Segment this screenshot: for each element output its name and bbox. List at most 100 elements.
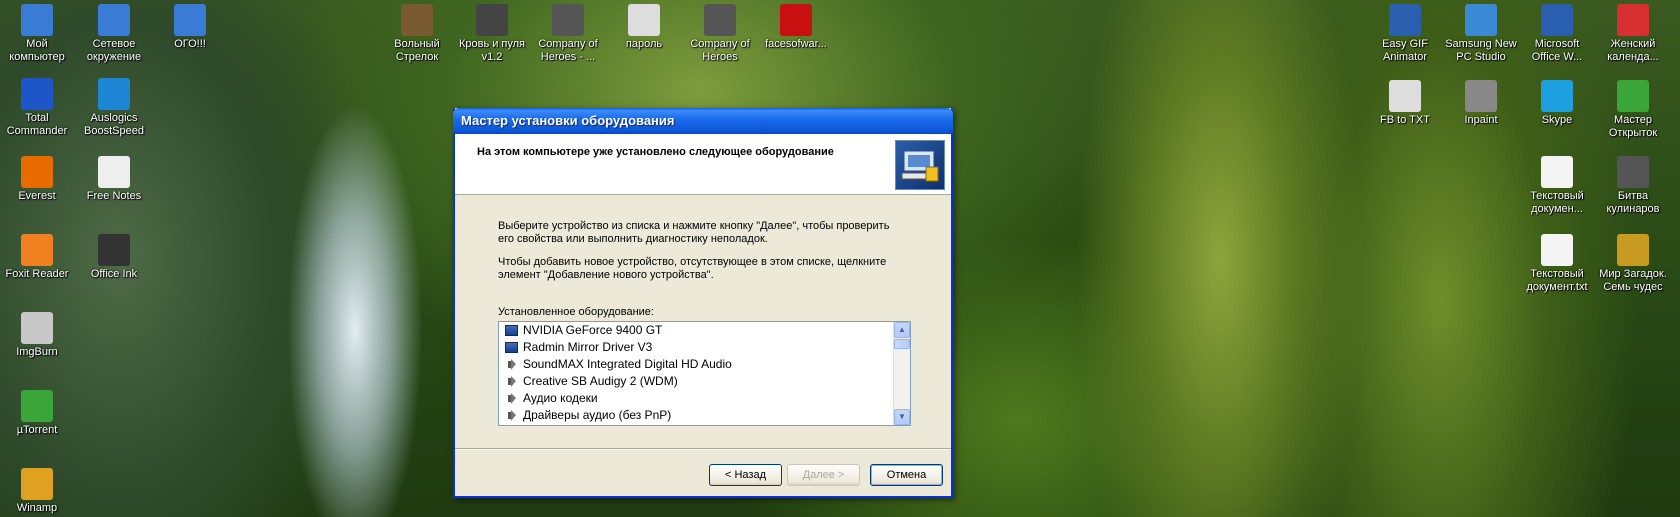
installed-hardware-list[interactable]: NVIDIA GeForce 9400 GT Radmin Mirror Driv… — [498, 321, 911, 426]
desktop-icon-faces[interactable]: facesofwar... — [759, 4, 833, 51]
desktop-icon-label: Skype — [1541, 114, 1573, 126]
list-item-label: NVIDIA GeForce 9400 GT — [523, 323, 663, 337]
desktop-icon-label: пароль — [625, 38, 663, 50]
total-commander-icon — [21, 78, 53, 110]
desktop-icon-label: ImgBurn — [16, 346, 58, 358]
scroll-down-button[interactable]: ▼ — [894, 409, 910, 425]
text1-icon — [1541, 156, 1573, 188]
desktop-icon-label: Foxit Reader — [5, 268, 69, 280]
cancel-button[interactable]: Отмена — [870, 464, 943, 486]
desktop-icon-label: µTorrent — [16, 424, 58, 436]
utorrent-icon — [21, 390, 53, 422]
desktop-icon-calendar[interactable]: Женский календа... — [1596, 4, 1670, 64]
list-item[interactable]: Radmin Mirror Driver V3 — [499, 339, 910, 356]
desktop-icon-label: FB to TXT — [1380, 114, 1430, 126]
foxit-icon — [21, 234, 53, 266]
imgburn-icon — [21, 312, 53, 344]
coh1-icon — [552, 4, 584, 36]
hardware-wizard-dialog: Мастер установки оборудования На этом ко… — [453, 108, 953, 498]
desktop-icon-ogo[interactable]: ОГО!!! — [153, 4, 227, 51]
speaker-icon — [505, 376, 518, 387]
scroll-up-button[interactable]: ▲ — [894, 322, 910, 338]
dialog-title: Мастер установки оборудования — [461, 113, 675, 128]
desktop-icon-total-commander[interactable]: Total Commander — [0, 78, 74, 138]
desktop-icon-label: facesofwar... — [765, 38, 827, 50]
scroll-thumb[interactable] — [894, 339, 910, 349]
desktop-icon-text2[interactable]: Текстовый документ.txt — [1520, 234, 1594, 294]
desktop-icon-office-ink[interactable]: Office Ink — [77, 234, 151, 281]
display-adapter-icon — [505, 325, 518, 336]
list-item-label: Аудио кодеки — [523, 391, 598, 405]
desktop-icon-label: Мастер Открыток — [1608, 114, 1658, 139]
list-item-label: Драйверы аудио (без PnP) — [523, 408, 672, 422]
list-item[interactable]: Драйверы аудио (без PnP) — [499, 407, 910, 424]
dialog-titlebar[interactable]: Мастер установки оборудования — [453, 108, 953, 134]
desktop-icon-label: Company of Heroes - ... — [538, 38, 598, 63]
desktop-icon-label: ОГО!!! — [174, 38, 206, 50]
desktop-icon-skype[interactable]: Skype — [1520, 80, 1594, 127]
list-scrollbar[interactable]: ▲ ▼ — [893, 322, 910, 425]
speaker-icon — [505, 410, 518, 421]
desktop-icon-inpaint[interactable]: Inpaint — [1444, 80, 1518, 127]
coh2-icon — [704, 4, 736, 36]
list-item[interactable]: Аудио кодеки — [499, 390, 910, 407]
desktop-icon-parol[interactable]: пароль — [607, 4, 681, 51]
desktop-icon-coh2[interactable]: Company of Heroes — [683, 4, 757, 64]
desktop-icon-label: Free Notes — [86, 190, 142, 202]
parol-icon — [628, 4, 660, 36]
desktop-icon-label: Samsung New PC Studio — [1445, 38, 1517, 63]
auslogics-icon — [98, 78, 130, 110]
desktop-icon-coh1[interactable]: Company of Heroes - ... — [531, 4, 605, 64]
hardware-wizard-icon — [895, 140, 945, 190]
desktop-icon-text1[interactable]: Текстовый докумен... — [1520, 156, 1594, 216]
desktop-icon-label: Битва кулинаров — [1606, 190, 1660, 215]
desktop-icon-label: Easy GIF Animator — [1382, 38, 1428, 63]
list-item-label: Radmin Mirror Driver V3 — [523, 340, 653, 354]
desktop-icon-utorrent[interactable]: µTorrent — [0, 390, 74, 437]
desktop-icon-everest[interactable]: Everest — [0, 156, 74, 203]
desktop-icon-volny-strelok[interactable]: Вольный Стрелок — [380, 4, 454, 64]
desktop-icon-fb2txt[interactable]: FB to TXT — [1368, 80, 1442, 127]
text2-icon — [1541, 234, 1573, 266]
everest-icon — [21, 156, 53, 188]
desktop-icon-label: Microsoft Office W... — [1531, 38, 1583, 63]
desktop-icon-winamp[interactable]: Winamp — [0, 468, 74, 515]
mir-zagadok-icon — [1617, 234, 1649, 266]
header-title: На этом компьютере уже установлено следу… — [477, 146, 834, 158]
instructions-paragraph-2: Чтобы добавить новое устройство, отсутст… — [498, 256, 887, 281]
desktop-icon-msword[interactable]: Microsoft Office W... — [1520, 4, 1594, 64]
desktop-icon-my-computer[interactable]: Мой компьютер — [0, 4, 74, 64]
faces-icon — [780, 4, 812, 36]
my-computer-icon — [21, 4, 53, 36]
desktop-icon-network[interactable]: Сетевое окружение — [77, 4, 151, 64]
desktop-icon-label: Мой компьютер — [9, 38, 65, 63]
desktop-icon-label: Вольный Стрелок — [394, 38, 440, 63]
desktop-icon-easy-gif[interactable]: Easy GIF Animator — [1368, 4, 1442, 64]
desktop-icon-free-notes[interactable]: Free Notes — [77, 156, 151, 203]
desktop-icon-imgburn[interactable]: ImgBurn — [0, 312, 74, 359]
desktop-icon-bitva[interactable]: Битва кулинаров — [1596, 156, 1670, 216]
next-button[interactable]: Далее > — [787, 464, 860, 486]
krov-i-pulya-icon — [476, 4, 508, 36]
calendar-icon — [1617, 4, 1649, 36]
desktop-icon-master-otkrytok[interactable]: Мастер Открыток — [1596, 80, 1670, 140]
back-button[interactable]: < Назад — [709, 464, 782, 486]
desktop-icon-label: Текстовый документ.txt — [1526, 268, 1588, 293]
desktop-icon-samsung[interactable]: Samsung New PC Studio — [1444, 4, 1518, 64]
desktop-icon-label: Сетевое окружение — [86, 38, 142, 63]
speaker-icon — [505, 393, 518, 404]
list-item[interactable]: Creative SB Audigy 2 (WDM) — [499, 373, 910, 390]
desktop-icon-krov-i-pulya[interactable]: Кровь и пуля v1.2 — [455, 4, 529, 64]
bitva-icon — [1617, 156, 1649, 188]
desktop-icon-auslogics[interactable]: Auslogics BoostSpeed — [77, 78, 151, 138]
desktop-icon-mir-zagadok[interactable]: Мир Загадок. Семь чудес — [1596, 234, 1670, 294]
list-item[interactable]: SoundMAX Integrated Digital HD Audio — [499, 356, 910, 373]
volny-strelok-icon — [401, 4, 433, 36]
desktop-icon-label: Auslogics BoostSpeed — [84, 112, 144, 137]
desktop-icon-label: Кровь и пуля v1.2 — [458, 38, 526, 63]
list-item[interactable]: NVIDIA GeForce 9400 GT — [499, 322, 910, 339]
desktop-icon-foxit[interactable]: Foxit Reader — [0, 234, 74, 281]
easy-gif-icon — [1389, 4, 1421, 36]
office-ink-icon — [98, 234, 130, 266]
samsung-icon — [1465, 4, 1497, 36]
